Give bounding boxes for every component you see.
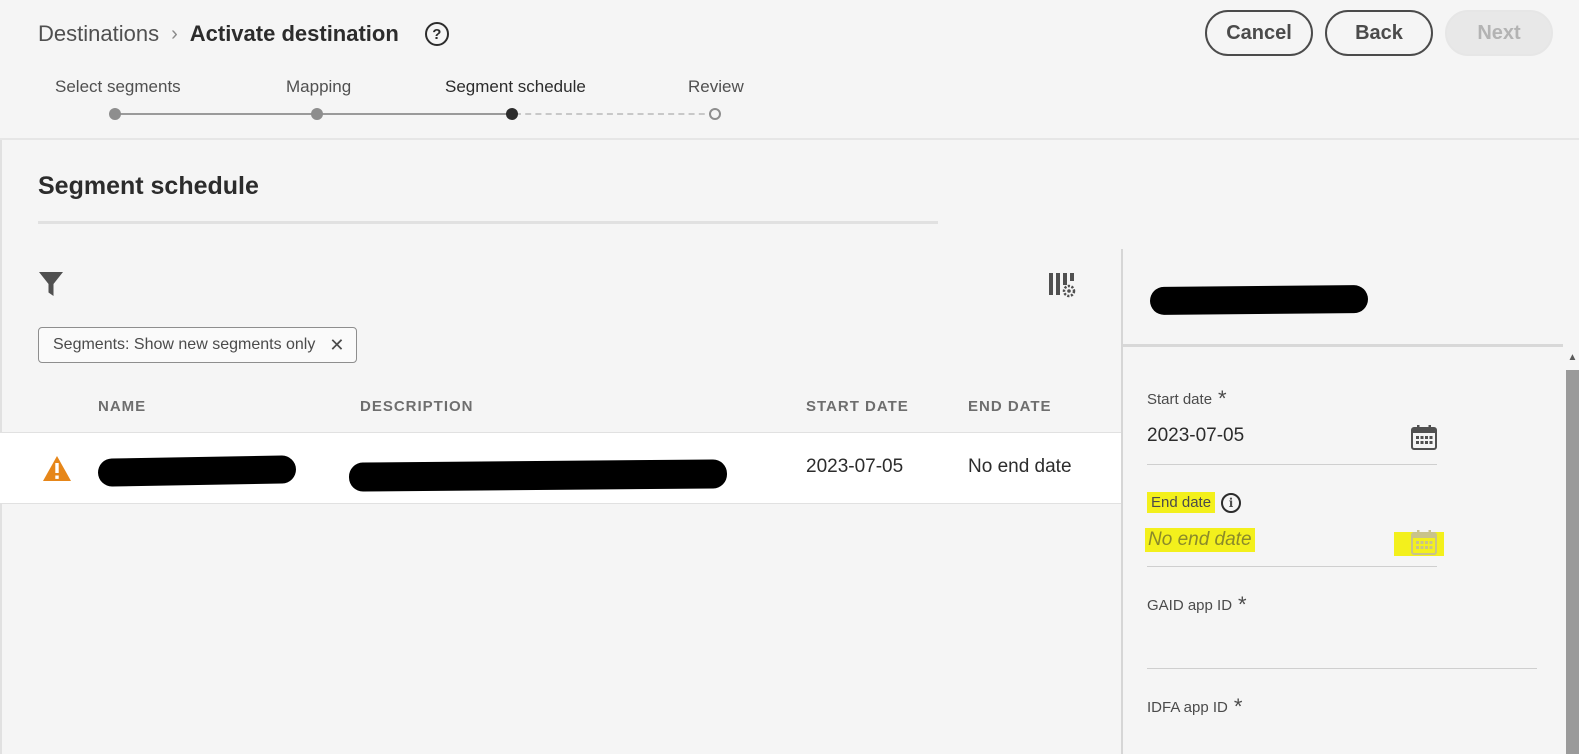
start-date-label: Start date * — [1147, 388, 1227, 410]
warning-icon — [43, 456, 71, 481]
step-segment-schedule[interactable]: Segment schedule — [445, 77, 586, 97]
close-icon[interactable]: ✕ — [329, 335, 344, 356]
back-button[interactable]: Back — [1325, 10, 1433, 56]
gaid-app-id-input[interactable] — [1147, 624, 1537, 668]
redacted-segment-name — [97, 455, 297, 487]
breadcrumb-separator: › — [171, 22, 178, 45]
step-mapping[interactable]: Mapping — [286, 77, 351, 97]
header-divider — [0, 138, 1579, 140]
row-end-date: No end date — [968, 456, 1072, 477]
start-date-input[interactable]: 2023-07-05 — [1147, 425, 1244, 447]
cancel-button[interactable]: Cancel — [1205, 10, 1313, 56]
row-start-date: 2023-07-05 — [806, 456, 904, 477]
column-header-description[interactable]: DESCRIPTION — [360, 398, 474, 415]
column-header-end-date[interactable]: END DATE — [968, 398, 1052, 415]
calendar-icon[interactable] — [1410, 529, 1438, 557]
calendar-icon[interactable] — [1410, 424, 1438, 452]
end-date-label-text: End date — [1147, 492, 1216, 513]
redacted-segment-description — [348, 459, 728, 492]
info-icon[interactable]: i — [1221, 492, 1242, 513]
column-header-start-date[interactable]: START DATE — [806, 398, 909, 415]
step-dot-mapping — [311, 108, 323, 120]
side-panel-header-divider — [1123, 344, 1563, 347]
column-header-name[interactable]: NAME — [98, 398, 146, 415]
filter-chip-label: Segments: Show new segments only — [53, 336, 316, 353]
page-title: Activate destination — [189, 21, 399, 46]
filter-icon[interactable] — [38, 270, 64, 298]
redacted-panel-title — [1149, 285, 1369, 315]
step-select-segments[interactable]: Select segments — [55, 77, 181, 97]
filter-chip-new-segments: Segments: Show new segments only ✕ — [38, 327, 358, 363]
step-dot-segment-schedule — [506, 108, 518, 120]
gaid-app-id-underline — [1147, 668, 1537, 669]
column-settings-icon[interactable] — [1048, 271, 1076, 299]
gaid-app-id-label: GAID app ID * — [1147, 594, 1247, 616]
idfa-app-id-label-text: IDFA app ID — [1147, 698, 1228, 716]
section-title: Segment schedule — [38, 172, 259, 200]
help-icon[interactable]: ? — [424, 22, 449, 46]
end-date-input[interactable]: No end date — [1145, 528, 1255, 552]
step-review[interactable]: Review — [688, 77, 744, 97]
start-date-label-text: Start date — [1147, 390, 1213, 408]
end-date-label: End date i — [1147, 492, 1242, 513]
side-panel-border — [1121, 249, 1123, 754]
required-asterisk: * — [1218, 386, 1227, 411]
next-button[interactable]: Next — [1445, 10, 1553, 56]
section-divider — [38, 221, 938, 224]
gaid-app-id-label-text: GAID app ID — [1147, 596, 1233, 614]
required-asterisk: * — [1233, 694, 1243, 719]
breadcrumb-destinations-link[interactable]: Destinations — [38, 21, 159, 47]
activate-destination-page: Destinations › Activate destination ? Ca… — [0, 0, 1579, 754]
start-date-underline — [1147, 464, 1437, 465]
stepper-track-pending — [515, 113, 715, 115]
breadcrumb: Destinations › Activate destination ? — [38, 20, 449, 48]
side-panel-scrollbar[interactable] — [1566, 370, 1579, 754]
scroll-up-arrow[interactable]: ▲ — [1566, 352, 1579, 364]
end-date-underline — [1147, 566, 1437, 567]
step-dot-review — [709, 108, 721, 120]
step-dot-select-segments — [109, 108, 121, 120]
idfa-app-id-label: IDFA app ID * — [1147, 696, 1242, 718]
required-asterisk: * — [1238, 592, 1247, 617]
